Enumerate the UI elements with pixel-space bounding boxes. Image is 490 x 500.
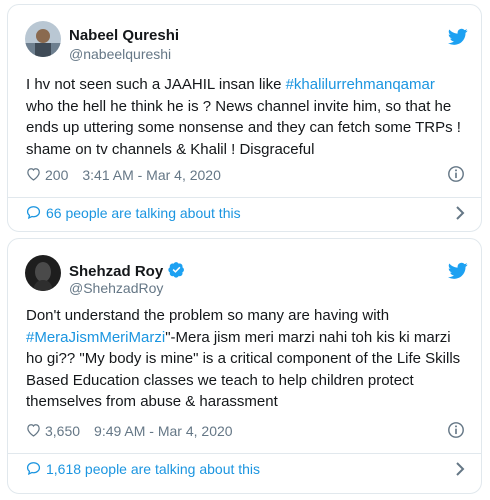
talking-count[interactable]: 1,618 people are talking about this [46, 461, 260, 477]
info-icon[interactable] [447, 421, 465, 439]
user-handle[interactable]: @ShehzadRoy [69, 279, 163, 297]
display-name[interactable]: Nabeel Qureshi [69, 27, 179, 45]
tweet-text: Don't understand the problem so many are… [26, 305, 465, 413]
twitter-bird-icon[interactable] [448, 28, 468, 46]
tweet-text: I hv not seen such a JAAHIL insan like #… [26, 74, 465, 160]
tweet-text-before: I hv not seen such a JAAHIL insan like [26, 76, 286, 93]
like-count[interactable]: 200 [45, 167, 68, 183]
avatar[interactable] [25, 255, 61, 291]
hashtag-link[interactable]: #khalilurrehmanqamar [286, 76, 435, 93]
tweet-meta: 200 3:41 AM - Mar 4, 2020 [26, 165, 465, 185]
divider [8, 197, 481, 198]
timestamp[interactable]: 9:49 AM - Mar 4, 2020 [94, 423, 233, 439]
tweet-text-before: Don't understand the problem so many are… [26, 307, 390, 324]
info-icon[interactable] [447, 165, 465, 183]
chevron-right-icon[interactable] [455, 461, 465, 477]
timestamp[interactable]: 3:41 AM - Mar 4, 2020 [82, 167, 221, 183]
twitter-bird-icon[interactable] [448, 262, 468, 280]
user-handle[interactable]: @nabeelqureshi [69, 45, 171, 63]
avatar[interactable] [25, 21, 61, 57]
chevron-right-icon[interactable] [455, 205, 465, 221]
talking-count[interactable]: 66 people are talking about this [46, 205, 241, 221]
heart-icon[interactable] [26, 423, 41, 440]
conversation-link[interactable]: 1,618 people are talking about this [26, 459, 465, 479]
tweet-text-after: who the hell he think he is ? News chann… [26, 97, 461, 158]
heart-icon[interactable] [26, 167, 41, 184]
hashtag-link[interactable]: #MeraJismMeriMarzi [26, 329, 165, 346]
tweet-card[interactable]: Nabeel Qureshi @nabeelqureshi I hv not s… [7, 4, 482, 232]
speech-bubble-icon [26, 205, 41, 222]
tweet-meta: 3,650 9:49 AM - Mar 4, 2020 [26, 421, 465, 441]
display-name[interactable]: Shehzad Roy [69, 261, 185, 281]
display-name-text[interactable]: Shehzad Roy [69, 263, 163, 280]
speech-bubble-icon [26, 461, 41, 478]
divider [8, 453, 481, 454]
like-count[interactable]: 3,650 [45, 423, 80, 439]
verified-badge-icon [168, 262, 185, 278]
conversation-link[interactable]: 66 people are talking about this [26, 203, 465, 223]
tweet-card[interactable]: Shehzad Roy @ShehzadRoy Don't understand… [7, 238, 482, 494]
